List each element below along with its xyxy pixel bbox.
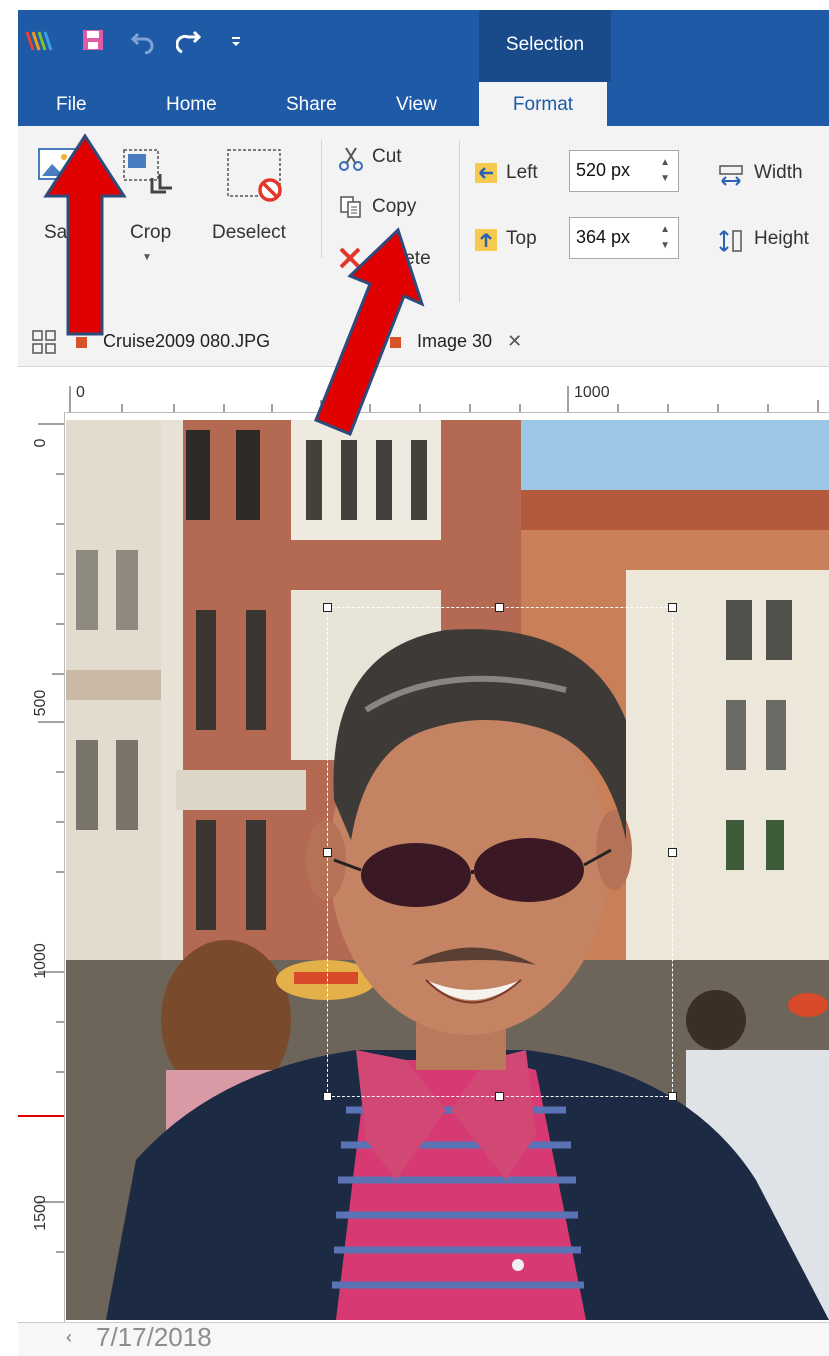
save-icon[interactable]	[82, 28, 104, 58]
vertical-ruler: 0 500 1000 1500	[18, 412, 65, 1322]
top-position-value: 364 px	[576, 227, 631, 247]
spin-down-icon[interactable]: ▼	[660, 173, 670, 184]
top-position-field[interactable]: 364 px ▲ ▼	[569, 217, 679, 259]
deselect-button[interactable]	[226, 148, 284, 209]
date-text: 7/17/2018	[96, 1322, 212, 1352]
deselect-label[interactable]: Deselect	[212, 222, 286, 244]
annotation-arrow-copy	[314, 227, 425, 436]
tab-format[interactable]: Format	[479, 82, 607, 126]
resize-handle[interactable]	[323, 848, 332, 857]
top-position-icon	[474, 228, 498, 257]
undo-icon[interactable]	[130, 28, 156, 60]
ruler-label: 500	[32, 689, 49, 717]
width-label: Width	[754, 162, 803, 183]
contextual-tab-group: Selection	[479, 10, 611, 82]
crop-label[interactable]: Crop	[130, 222, 171, 244]
crop-icon	[122, 149, 174, 204]
redo-icon[interactable]	[175, 28, 202, 60]
close-icon[interactable]: ✕	[507, 331, 522, 351]
ruler-label: 1000	[32, 943, 49, 979]
resize-handle[interactable]	[495, 603, 504, 612]
tab-share[interactable]: Share	[286, 82, 337, 126]
ruler-label: 0	[76, 384, 85, 401]
title-bar: Selection	[18, 10, 829, 82]
spin-up-icon[interactable]: ▲	[660, 224, 670, 235]
resize-handle[interactable]	[323, 603, 332, 612]
resize-handle[interactable]	[323, 1092, 332, 1101]
qat-dropdown-icon[interactable]	[230, 28, 242, 58]
ruler-label: 1000	[574, 384, 610, 401]
tab-view[interactable]: View	[396, 82, 437, 126]
resize-handle[interactable]	[668, 1092, 677, 1101]
cut-icon	[338, 146, 364, 177]
annotation-arrow-file	[43, 133, 127, 336]
left-label: Left	[506, 162, 538, 183]
ruler-label: 1500	[32, 1195, 49, 1231]
left-position-value: 520 px	[576, 160, 631, 180]
crop-button[interactable]	[122, 148, 174, 205]
left-position-field[interactable]: 520 px ▲ ▼	[569, 150, 679, 192]
app-logo-icon	[24, 26, 54, 62]
chevron-down-icon[interactable]: ▼	[142, 252, 152, 263]
copy-label: Copy	[372, 196, 417, 217]
resize-handle[interactable]	[668, 603, 677, 612]
spin-up-icon[interactable]: ▲	[660, 157, 670, 168]
height-label: Height	[754, 228, 809, 249]
app-window: Selection File Home Share View Format Sa…	[0, 0, 829, 1356]
height-icon	[718, 228, 744, 259]
selection-rectangle[interactable]	[323, 603, 677, 1101]
deselect-icon	[226, 149, 284, 208]
horizontal-ruler: 0 1000	[66, 376, 829, 413]
resize-handle[interactable]	[495, 1092, 504, 1101]
tab-home[interactable]: Home	[166, 82, 217, 126]
document-tab-title: Cruise2009 080.JPG	[103, 331, 271, 351]
left-position-icon	[474, 162, 498, 189]
resize-handle[interactable]	[668, 848, 677, 857]
tab-file[interactable]: File	[56, 82, 87, 126]
ribbon-separator	[459, 140, 460, 302]
width-icon	[718, 164, 744, 191]
copy-icon	[338, 194, 364, 225]
ruler-label: 0	[32, 438, 49, 448]
scroll-left-icon[interactable]: ‹	[66, 1327, 72, 1348]
top-label: Top	[506, 228, 537, 249]
ribbon-tabs: File Home Share View Format	[18, 82, 829, 126]
spin-down-icon[interactable]: ▼	[660, 240, 670, 251]
cut-label: Cut	[372, 146, 402, 167]
